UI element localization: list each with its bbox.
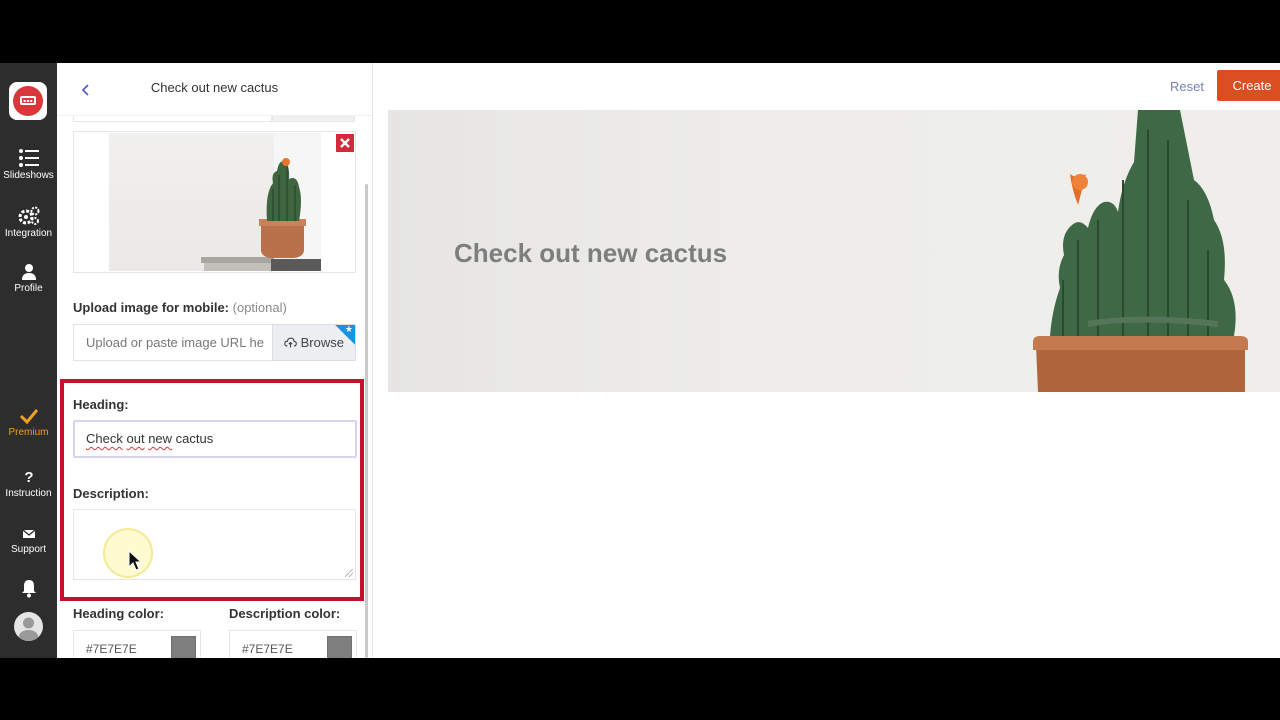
description-color-label: Description color: <box>229 606 341 621</box>
question-icon: ? <box>24 469 33 486</box>
star-icon: ★ <box>344 324 353 334</box>
heading-word: out <box>126 431 145 446</box>
remove-image-button[interactable] <box>336 134 354 152</box>
left-nav: Slideshows Integration Profile Premium ?… <box>0 63 57 658</box>
panel-header: Check out new cactus <box>57 63 372 116</box>
mobile-upload-label: Upload image for mobile: (optional) <box>73 300 287 315</box>
slide-editor-panel: Check out new cactus Upload image for mo… <box>57 63 373 658</box>
svg-text:?: ? <box>24 469 33 486</box>
nav-item-slideshows[interactable]: Slideshows <box>0 148 57 181</box>
slideshow-logo-icon <box>13 86 43 116</box>
resize-handle-icon[interactable] <box>345 569 353 577</box>
nav-label: Instruction <box>5 488 52 499</box>
slide-preview-area: Reset Create Check out new cactus <box>373 63 1280 658</box>
heading-color-swatch[interactable] <box>171 636 196 658</box>
slide-hero: Check out new cactus <box>388 110 1280 392</box>
panel-title: Check out new cactus <box>150 80 279 95</box>
nav-item-premium[interactable]: Premium <box>0 407 57 438</box>
list-icon <box>18 149 39 167</box>
nav-item-support[interactable]: Support <box>0 526 57 555</box>
mobile-image-url-input[interactable]: Upload or paste image URL he <box>73 324 273 361</box>
bell-icon <box>21 580 36 598</box>
image-preview <box>73 131 356 273</box>
heading-word: cactus <box>175 431 214 446</box>
gears-icon <box>18 206 39 225</box>
nav-label: Slideshows <box>3 170 54 181</box>
nav-item-instruction[interactable]: ? Instruction <box>0 468 57 499</box>
browse-label: Browse <box>300 335 344 350</box>
mobile-browse-button[interactable]: Browse ★ <box>272 324 356 361</box>
user-icon <box>21 264 36 280</box>
description-label: Description: <box>73 486 149 501</box>
notifications-button[interactable] <box>0 578 57 600</box>
heading-label: Heading: <box>73 397 129 412</box>
cactus-thumbnail <box>109 133 321 271</box>
cactus-image-icon <box>201 134 321 271</box>
mobile-upload-label-text: Upload image for mobile: <box>73 300 230 315</box>
cloud-upload-icon <box>284 337 297 348</box>
avatar[interactable] <box>14 612 43 641</box>
nav-item-profile[interactable]: Profile <box>0 263 57 294</box>
nav-label: Support <box>10 544 47 555</box>
reset-button[interactable]: Reset <box>1170 79 1204 94</box>
nav-item-integration[interactable]: Integration <box>0 206 57 239</box>
app-logo[interactable] <box>9 82 47 120</box>
app-window: Slideshows Integration Profile Premium ?… <box>0 63 1280 658</box>
close-icon <box>340 138 350 148</box>
optional-tag: (optional) <box>232 300 287 315</box>
create-button[interactable]: Create <box>1217 70 1280 101</box>
heading-input[interactable]: Check out new cactus <box>73 420 357 458</box>
heading-word: Check <box>86 431 123 446</box>
cactus-hero-icon <box>1033 110 1248 392</box>
avatar-user-icon <box>18 617 39 641</box>
heading-color-label: Heading color: <box>73 606 165 621</box>
mail-icon <box>22 529 35 538</box>
mouse-pointer-icon <box>128 550 143 571</box>
nav-label: Integration <box>4 228 53 239</box>
heading-word: new <box>148 431 173 446</box>
nav-label: Profile <box>14 283 43 294</box>
panel-scrollbar[interactable] <box>365 184 368 658</box>
check-icon <box>19 409 38 425</box>
nav-label: Premium <box>8 427 49 438</box>
description-color-swatch[interactable] <box>327 636 352 658</box>
